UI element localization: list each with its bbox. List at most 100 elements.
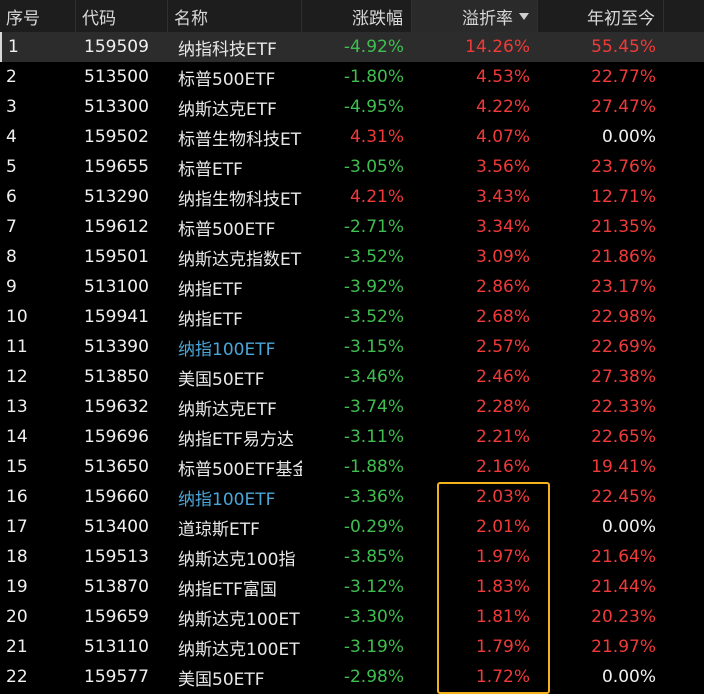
row-premium: 2.46% — [475, 367, 530, 387]
row-change: -4.95% — [343, 97, 404, 117]
row-index: 13 — [6, 397, 28, 417]
table-row[interactable]: 18 159513 纳斯达克100指 -3.85% 1.97% 21.64% — [0, 542, 704, 572]
table-row[interactable]: 10 159941 纳指ETF -3.52% 2.68% 22.98% — [0, 302, 704, 332]
table-row[interactable]: 16 159660 纳指100ETF -3.36% 2.03% 22.45% — [0, 482, 704, 512]
row-premium: 1.72% — [475, 667, 530, 687]
row-ytd: 22.77% — [591, 67, 656, 87]
header-change[interactable]: 涨跌幅 — [302, 0, 412, 32]
row-index: 11 — [6, 337, 28, 357]
row-ytd: 27.38% — [591, 367, 656, 387]
row-index: 4 — [6, 127, 17, 147]
row-ytd: 22.98% — [591, 307, 656, 327]
table-row[interactable]: 3 513300 纳斯达克ETF -4.95% 4.22% 27.47% — [0, 92, 704, 122]
row-change: -3.46% — [343, 367, 404, 387]
row-code: 159941 — [84, 307, 149, 327]
header-premium[interactable]: 溢折率 — [412, 0, 538, 32]
header-code[interactable]: 代码 — [76, 0, 168, 32]
table-row[interactable]: 12 513850 美国50ETF -3.46% 2.46% 27.38% — [0, 362, 704, 392]
table-row[interactable]: 2 513500 标普500ETF -1.80% 4.53% 22.77% — [0, 62, 704, 92]
table-row[interactable]: 17 513400 道琼斯ETF -0.29% 2.01% 0.00% — [0, 512, 704, 542]
row-change: -3.11% — [343, 427, 404, 447]
table-row[interactable]: 4 159502 标普生物科技ET 4.31% 4.07% 0.00% — [0, 122, 704, 152]
table-row[interactable]: 13 159632 纳斯达克ETF -3.74% 2.28% 22.33% — [0, 392, 704, 422]
table-row[interactable]: 8 159501 纳斯达克指数ET -3.52% 3.09% 21.86% — [0, 242, 704, 272]
row-code: 159696 — [84, 427, 149, 447]
row-ytd: 23.17% — [591, 277, 656, 297]
row-change: -3.05% — [343, 157, 404, 177]
row-premium: 4.07% — [475, 127, 530, 147]
table-row[interactable]: 9 513100 纳指ETF -3.92% 2.86% 23.17% — [0, 272, 704, 302]
row-change: -3.92% — [343, 277, 404, 297]
row-index: 5 — [6, 157, 17, 177]
row-code: 513400 — [84, 517, 149, 537]
row-code: 513300 — [84, 97, 149, 117]
row-name: 纳斯达克ETF — [178, 399, 277, 420]
table-header: 序号 代码 名称 涨跌幅 溢折率 年初至今 — [0, 0, 704, 32]
header-premium-label: 溢折率 — [462, 8, 513, 29]
header-ytd[interactable]: 年初至今 — [538, 0, 664, 32]
table-row[interactable]: 15 513650 标普500ETF基金 -1.88% 2.16% 19.41% — [0, 452, 704, 482]
row-index: 20 — [6, 607, 28, 627]
row-ytd: 27.47% — [591, 97, 656, 117]
row-change: -3.85% — [343, 547, 404, 567]
header-index[interactable]: 序号 — [0, 0, 76, 32]
row-index: 9 — [6, 277, 17, 297]
table-row[interactable]: 21 513110 纳斯达克100ET -3.19% 1.79% 21.97% — [0, 632, 704, 662]
row-name: 纳斯达克指数ET — [178, 249, 302, 270]
row-name: 道琼斯ETF — [178, 519, 260, 540]
row-premium: 1.81% — [475, 607, 530, 627]
table-row[interactable]: 14 159696 纳指ETF易方达 -3.11% 2.21% 22.65% — [0, 422, 704, 452]
row-index: 12 — [6, 367, 28, 387]
table-row[interactable]: 6 513290 纳指生物科技ET 4.21% 3.43% 12.71% — [0, 182, 704, 212]
row-name: 纳指ETF — [178, 279, 243, 300]
row-name: 纳指100ETF — [178, 489, 276, 510]
row-code: 159612 — [84, 217, 149, 237]
row-code: 513650 — [84, 457, 149, 477]
header-name[interactable]: 名称 — [168, 0, 302, 32]
row-code: 513500 — [84, 67, 149, 87]
row-ytd: 21.44% — [591, 577, 656, 597]
row-name: 纳斯达克100ET — [178, 609, 300, 630]
row-code: 159513 — [84, 547, 149, 567]
table-row[interactable]: 22 159577 美国50ETF -2.98% 1.72% 0.00% — [0, 662, 704, 692]
row-premium: 2.16% — [475, 457, 530, 477]
row-premium: 2.57% — [475, 337, 530, 357]
row-ytd: 0.00% — [601, 517, 656, 537]
row-code: 159502 — [84, 127, 149, 147]
row-change: -1.80% — [343, 67, 404, 87]
row-name: 标普500ETF — [178, 69, 276, 90]
row-change: -2.71% — [343, 217, 404, 237]
row-ytd: 55.45% — [591, 37, 656, 57]
row-change: -2.98% — [343, 667, 404, 687]
row-change: -3.15% — [343, 337, 404, 357]
row-index: 18 — [6, 547, 28, 567]
row-name: 纳斯达克100指 — [178, 549, 296, 570]
row-code: 159660 — [84, 487, 149, 507]
row-code: 159501 — [84, 247, 149, 267]
row-ytd: 21.97% — [591, 637, 656, 657]
row-index: 16 — [6, 487, 28, 507]
row-premium: 2.86% — [475, 277, 530, 297]
row-change: -3.74% — [343, 397, 404, 417]
table-row[interactable]: 19 513870 纳指ETF富国 -3.12% 1.83% 21.44% — [0, 572, 704, 602]
row-ytd: 21.86% — [591, 247, 656, 267]
row-index: 22 — [6, 667, 28, 687]
row-premium: 2.03% — [475, 487, 530, 507]
row-premium: 3.09% — [475, 247, 530, 267]
table-row[interactable]: 11 513390 纳指100ETF -3.15% 2.57% 22.69% — [0, 332, 704, 362]
row-premium: 4.53% — [475, 67, 530, 87]
table-row[interactable]: 20 159659 纳斯达克100ET -3.30% 1.81% 20.23% — [0, 602, 704, 632]
caret-down-icon — [519, 12, 529, 20]
row-index: 21 — [6, 637, 28, 657]
row-premium: 2.68% — [475, 307, 530, 327]
row-name: 纳指ETF易方达 — [178, 429, 294, 450]
table-row[interactable]: 1 159509 纳指科技ETF -4.92% 14.26% 55.45% — [0, 32, 704, 62]
table-row[interactable]: 7 159612 标普500ETF -2.71% 3.34% 21.35% — [0, 212, 704, 242]
row-ytd: 19.41% — [591, 457, 656, 477]
row-change: 4.21% — [349, 187, 404, 207]
row-premium: 1.79% — [475, 637, 530, 657]
table-row[interactable]: 5 159655 标普ETF -3.05% 3.56% 23.76% — [0, 152, 704, 182]
row-premium: 3.56% — [475, 157, 530, 177]
row-index: 14 — [6, 427, 28, 447]
row-code: 159659 — [84, 607, 149, 627]
